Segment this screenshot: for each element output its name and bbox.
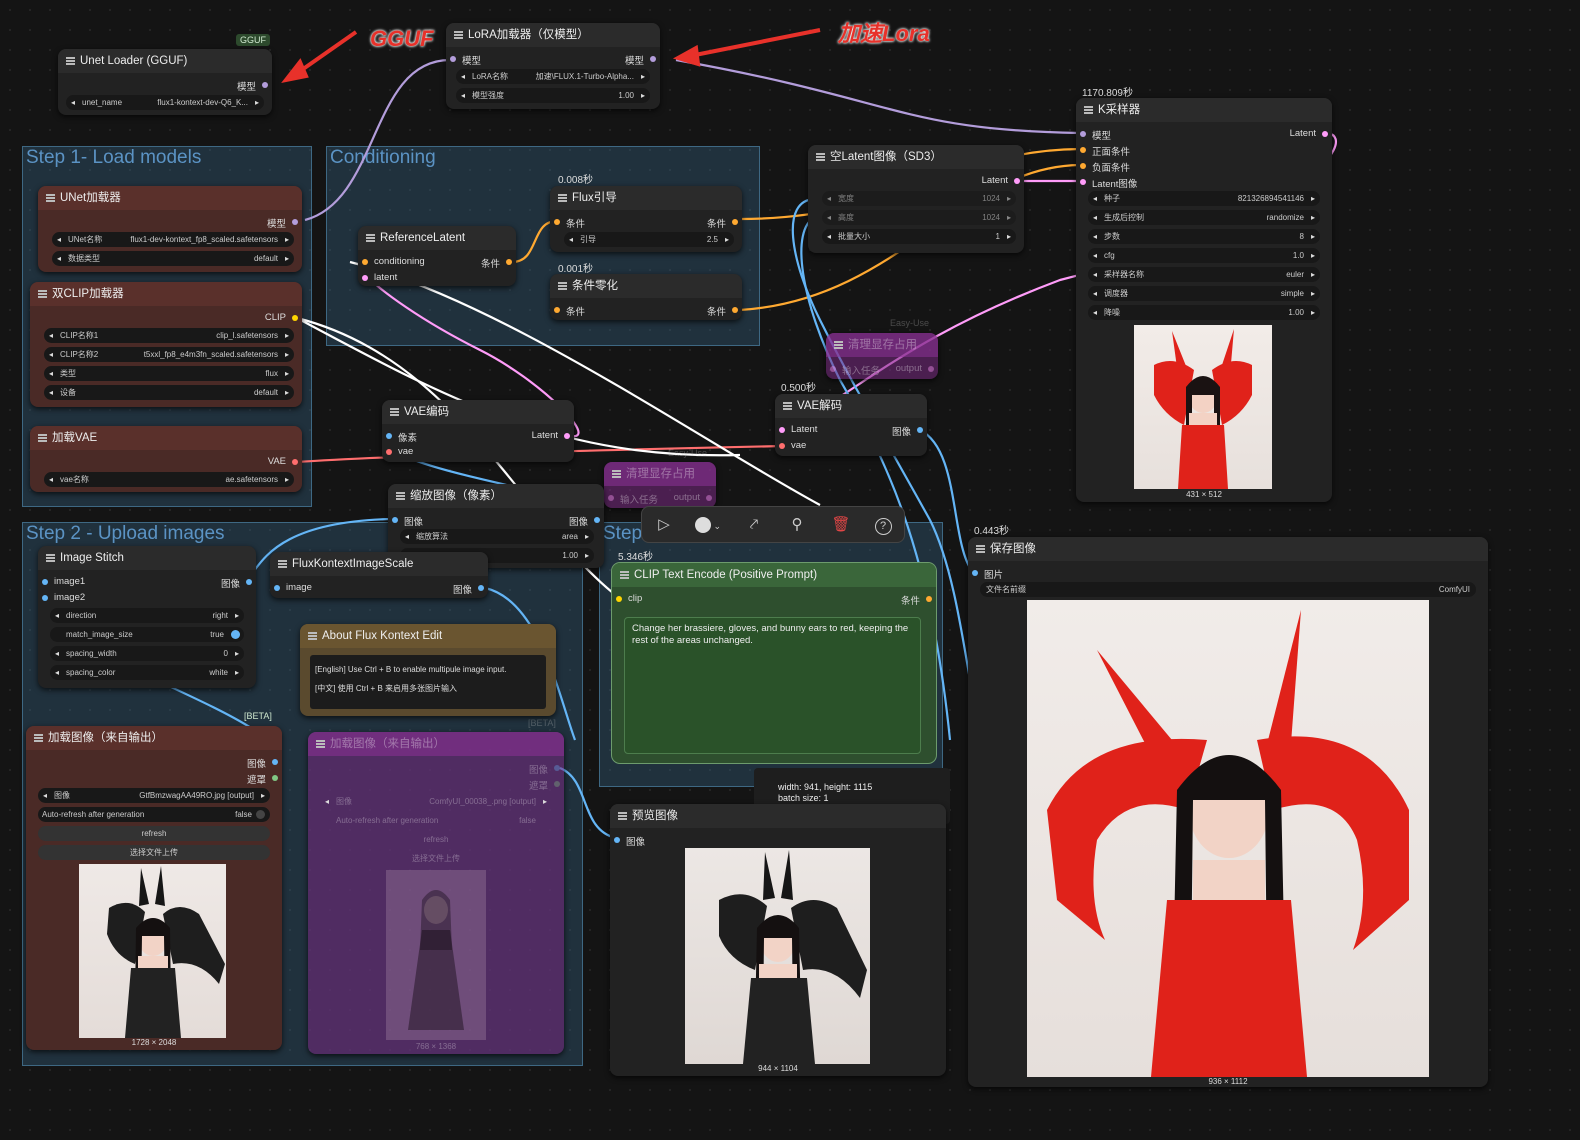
color-circle-icon[interactable]: ⌄ <box>694 515 722 535</box>
help-icon[interactable]: ? <box>873 515 893 535</box>
pin-icon[interactable]: ⚲ <box>787 515 807 535</box>
play-icon[interactable]: ▷ <box>654 515 674 535</box>
bypass-icon[interactable]: ⤤ <box>744 515 764 535</box>
arrow-lora <box>689 28 821 58</box>
arrow-lora-head <box>672 44 701 67</box>
selection-toolbar: ▷ ⌄ ⤤ ⚲ 🗑 ? <box>641 506 905 543</box>
arrow-gguf-head <box>281 58 309 84</box>
arrow-gguf <box>294 30 358 76</box>
annotation-arrows <box>281 28 821 84</box>
delete-icon[interactable]: 🗑 <box>831 515 851 535</box>
